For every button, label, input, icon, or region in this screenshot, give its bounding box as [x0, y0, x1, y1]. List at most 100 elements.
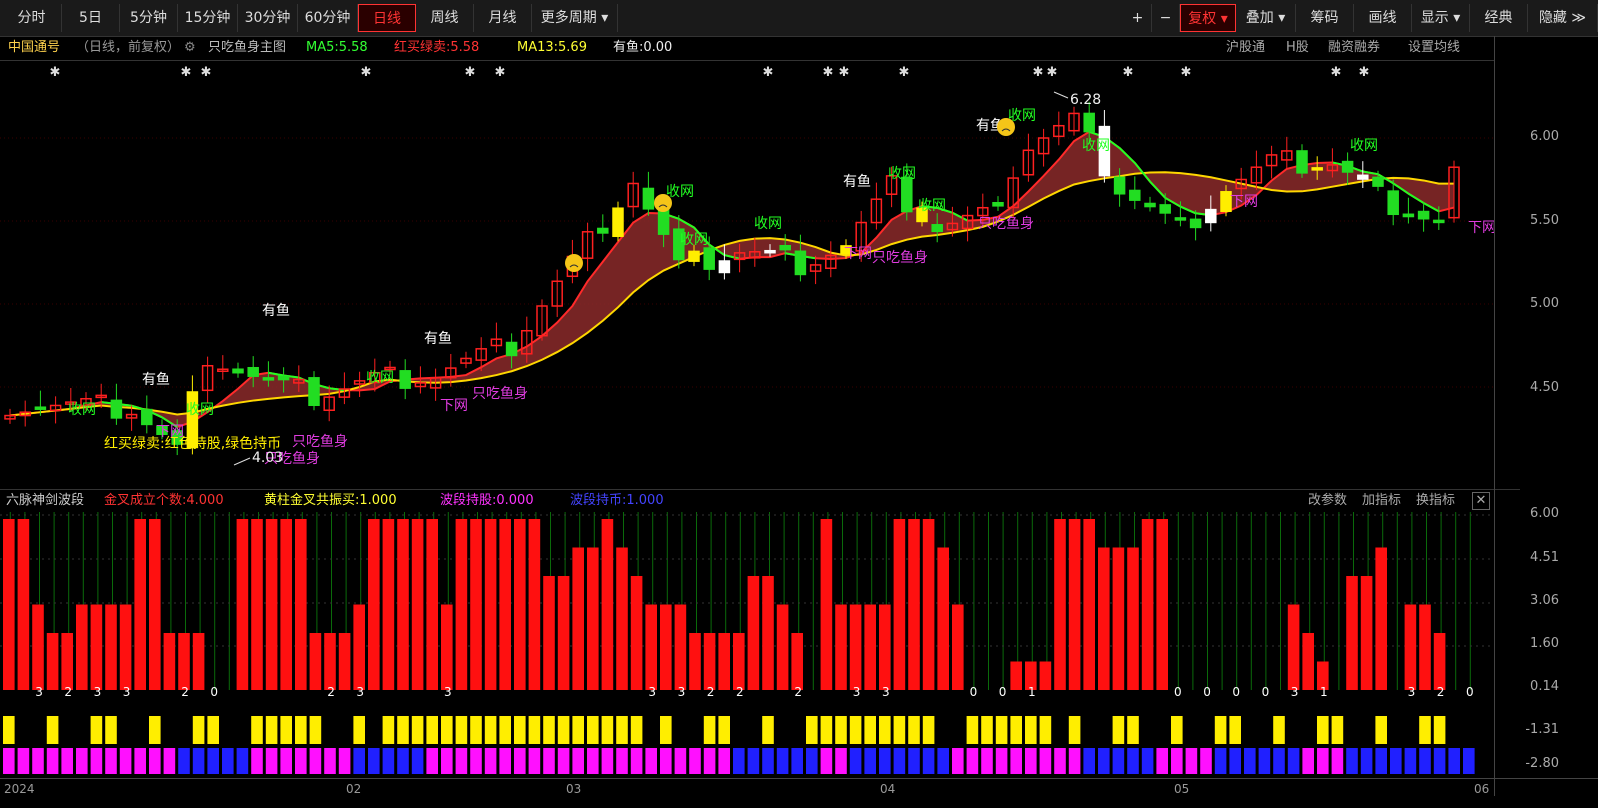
indicator-bar: [441, 604, 453, 690]
template-name[interactable]: 只吃鱼身主图: [208, 37, 286, 59]
resonance-bar: [864, 716, 876, 744]
indicator-tick-label: -1.31: [1525, 722, 1559, 737]
band-state-bar: [543, 748, 555, 774]
indicator-bar: [397, 519, 409, 690]
indicator-chart[interactable]: 3 2 3 3 2 0 2 3 3 3 3 2 2 2 3 3 0 0 1 0 0 0 0 3 1 3 2 0: [0, 512, 1494, 778]
period-tab-9[interactable]: 更多周期 ▾: [532, 4, 618, 32]
resonance-bar: [514, 716, 526, 744]
sad-face-icon: [565, 254, 583, 272]
indicator-tick-label: 3.06: [1530, 593, 1559, 608]
date-label: 04: [880, 782, 896, 796]
link-hshare[interactable]: H股: [1286, 37, 1309, 59]
date-label: 06: [1474, 782, 1490, 796]
edit-params-button[interactable]: 改参数: [1308, 490, 1347, 512]
indicator-bar: [543, 576, 555, 690]
resonance-bar: [484, 716, 497, 744]
indicator-bar: [849, 604, 862, 690]
toolbar-tool-2[interactable]: 复权 ▾: [1180, 4, 1236, 32]
band-state-bar: [163, 748, 176, 774]
period-tab-8[interactable]: 月线: [474, 4, 532, 32]
period-tab-3[interactable]: 15分钟: [178, 4, 238, 32]
candle-body: [1159, 204, 1171, 214]
indicator-bar: [660, 604, 672, 690]
label-zhi-chi: 只吃鱼身: [292, 433, 348, 450]
resonance-bar: [455, 716, 468, 744]
band-state-bar: [1404, 748, 1417, 774]
candle-body: [1129, 189, 1141, 201]
candle-body: [247, 366, 259, 377]
indicator-bar: [601, 519, 614, 690]
toolbar-tool-4[interactable]: 筹码: [1296, 4, 1354, 32]
signal-star-marker: ✱: [361, 65, 372, 80]
resonance-bar: [251, 716, 263, 744]
candle-body: [1372, 176, 1384, 187]
resonance-bar: [397, 716, 409, 744]
info-bar: 中国通号 （日线，前复权） ⚙ 只吃鱼身主图 MA5:5.58 红买绿卖:5.5…: [0, 37, 1520, 59]
resonance-bar: [411, 716, 424, 744]
candle-body: [597, 227, 609, 234]
period-tab-4[interactable]: 30分钟: [238, 4, 298, 32]
golden-count: 金叉成立个数:4.000: [104, 493, 224, 508]
indicator-count-label: 0: [1466, 685, 1474, 699]
period-tab-0[interactable]: 分时: [2, 4, 62, 32]
candle-body: [931, 224, 943, 233]
band-state-bar: [441, 748, 453, 774]
band-state-bar: [1068, 748, 1081, 774]
band-state-bar: [806, 748, 818, 774]
link-margin[interactable]: 融资融券: [1328, 37, 1380, 59]
candle-body: [794, 250, 807, 276]
gear-icon[interactable]: ⚙: [184, 37, 196, 59]
band-state-bar: [718, 748, 730, 774]
period-tab-1[interactable]: 5日: [62, 4, 120, 32]
band-state-bar: [922, 748, 935, 774]
band-state-bar: [207, 748, 219, 774]
label-you-yu: 有鱼: [843, 173, 871, 190]
resonance-bar: [1214, 716, 1227, 744]
candle-body: [141, 408, 153, 426]
toolbar-tool-1[interactable]: −: [1152, 4, 1180, 32]
indicator-bar: [90, 604, 103, 690]
toolbar-tool-8[interactable]: 隐藏 ≫: [1528, 4, 1598, 32]
date-axis: 2024 02 03 04 05 06: [0, 778, 1598, 808]
candle-body: [992, 201, 1004, 207]
band-state-bar: [1302, 748, 1314, 774]
period-tab-2[interactable]: 5分钟: [120, 4, 178, 32]
indicator-bar: [747, 576, 760, 690]
close-icon[interactable]: ✕: [1472, 492, 1490, 510]
band-state-bar: [1463, 748, 1475, 774]
period-tab-7[interactable]: 周线: [416, 4, 474, 32]
signal-star-marker: ✱: [1123, 65, 1134, 80]
toolbar-tool-3[interactable]: 叠加 ▾: [1236, 4, 1296, 32]
toolbar-tool-0[interactable]: +: [1124, 4, 1152, 32]
indicator-bar: [937, 547, 949, 690]
ma13-value: MA13:5.69: [517, 40, 587, 55]
indicator-bar: [1404, 604, 1417, 690]
toolbar-tool-6[interactable]: 显示 ▾: [1412, 4, 1470, 32]
indicator-count-label: 0: [999, 685, 1007, 699]
indicator-name[interactable]: 六脉神剑波段: [6, 490, 84, 512]
candle-body: [1433, 219, 1445, 224]
period-tab-6[interactable]: 日线: [358, 4, 416, 32]
sad-face-icon: [654, 194, 672, 212]
band-state-bar: [32, 748, 44, 774]
indicator-bar: [630, 576, 643, 690]
toolbar-tool-5[interactable]: 画线: [1354, 4, 1412, 32]
band-state-bar: [1287, 748, 1300, 774]
period-tab-5[interactable]: 60分钟: [298, 4, 358, 32]
candle-body: [1296, 150, 1308, 174]
band-state-bar: [1200, 748, 1212, 774]
main-chart[interactable]: ✱ ✱ ✱ ✱ ✱ ✱ ✱ ✱ ✱ ✱ ✱ ✱ ✱ ✱ ✱ ✱有鱼有鱼有鱼有鱼有鱼收网 收网收网收网收网收网收网…: [0, 60, 1494, 488]
label-xia-wang: 下网: [844, 246, 872, 262]
label-shou-wang: 收网: [888, 166, 916, 182]
indicator-bar: [703, 633, 716, 690]
link-hgt[interactable]: 沪股通: [1226, 37, 1265, 59]
indicator-bar: [46, 633, 59, 690]
toolbar-tool-7[interactable]: 经典: [1470, 4, 1528, 32]
add-indicator-button[interactable]: 加指标: [1362, 490, 1401, 512]
swap-indicator-button[interactable]: 换指标: [1416, 490, 1455, 512]
link-ma-settings[interactable]: 设置均线: [1408, 37, 1460, 59]
label-shou-wang: 收网: [918, 198, 946, 214]
high-arrow: [1053, 91, 1069, 99]
buy-sell-value: 红买绿卖:5.58: [394, 40, 480, 55]
candle-body: [1113, 176, 1126, 195]
